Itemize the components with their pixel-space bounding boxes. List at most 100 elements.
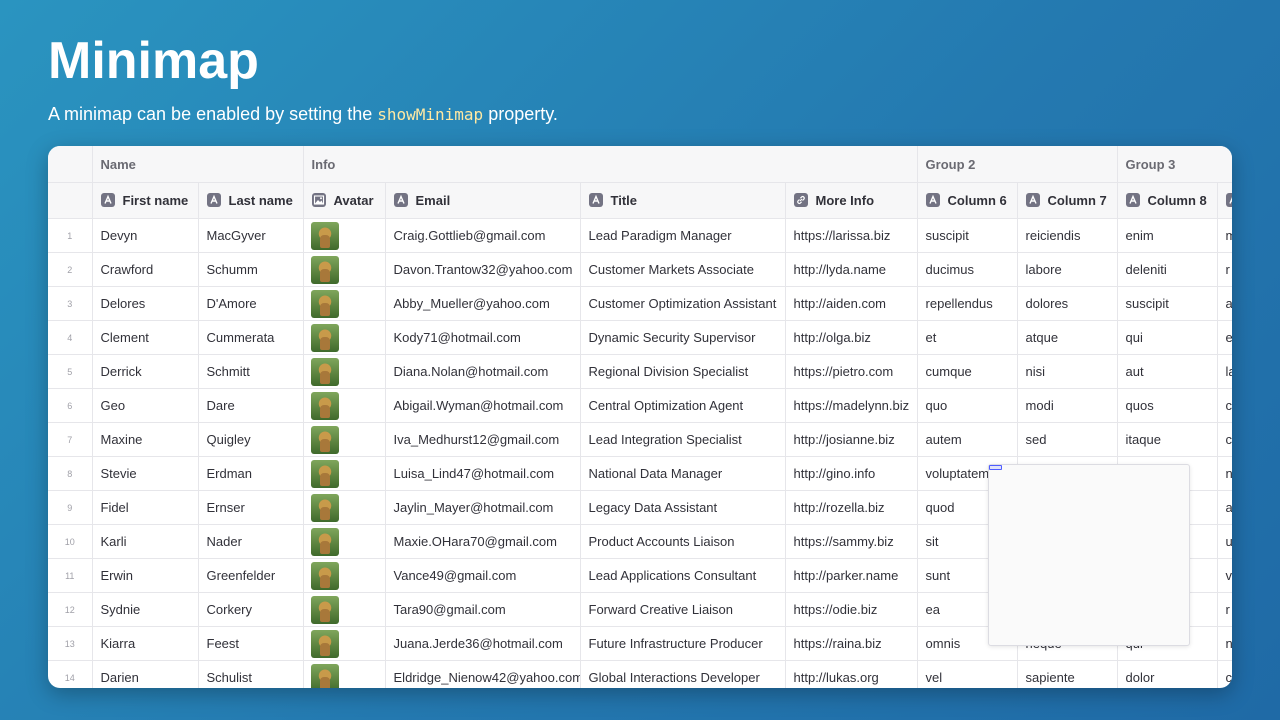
minimap-viewport-indicator[interactable]: [989, 465, 1002, 470]
cell-email[interactable]: Abigail.Wyman@hotmail.com: [385, 388, 581, 423]
cell-column-6[interactable]: ducimus: [917, 252, 1018, 287]
cell-last-name[interactable]: Cummerata: [198, 320, 304, 355]
cell-last-name[interactable]: Schmitt: [198, 354, 304, 389]
cell-first-name[interactable]: Fidel: [92, 490, 199, 525]
cell-column-8[interactable]: dolor: [1117, 660, 1218, 688]
cell-title[interactable]: Future Infrastructure Producer: [580, 626, 786, 661]
cell-title[interactable]: Forward Creative Liaison: [580, 592, 786, 627]
cell-email[interactable]: Maxie.OHara70@gmail.com: [385, 524, 581, 559]
cell-column-7[interactable]: dolores: [1017, 286, 1118, 321]
cell-last-name[interactable]: Schumm: [198, 252, 304, 287]
cell-first-name[interactable]: Derrick: [92, 354, 199, 389]
column-header-column-7[interactable]: Column 7: [1017, 182, 1118, 219]
cell-title[interactable]: Legacy Data Assistant: [580, 490, 786, 525]
cell-column-6[interactable]: vel: [917, 660, 1018, 688]
cell-email[interactable]: Kody71@hotmail.com: [385, 320, 581, 355]
cell-avatar[interactable]: [303, 388, 386, 423]
cell-avatar[interactable]: [303, 524, 386, 559]
cell-email[interactable]: Davon.Trantow32@yahoo.com: [385, 252, 581, 287]
cell-column-8[interactable]: suscipit: [1117, 286, 1218, 321]
column-header-first-name[interactable]: First name: [92, 182, 199, 219]
corner-cell[interactable]: [48, 146, 93, 183]
cell-last-name[interactable]: Erdman: [198, 456, 304, 491]
cell-more-info[interactable]: https://odie.biz: [785, 592, 918, 627]
cell-column-7[interactable]: nisi: [1017, 354, 1118, 389]
row-marker-header[interactable]: [48, 182, 93, 219]
group-header-group-3[interactable]: Group 3: [1117, 146, 1232, 183]
row-number[interactable]: 4: [48, 320, 93, 355]
cell-column-7[interactable]: reiciendis: [1017, 218, 1118, 253]
cell-last-name[interactable]: MacGyver: [198, 218, 304, 253]
cell-column-8[interactable]: itaque: [1117, 422, 1218, 457]
cell-last-name[interactable]: Quigley: [198, 422, 304, 457]
cell-first-name[interactable]: Geo: [92, 388, 199, 423]
cell-more-info[interactable]: http://gino.info: [785, 456, 918, 491]
cell-avatar[interactable]: [303, 592, 386, 627]
row-number[interactable]: 12: [48, 592, 93, 627]
column-header-more-info[interactable]: More Info: [785, 182, 918, 219]
cell-column-9[interactable]: c: [1217, 388, 1232, 423]
table-row[interactable]: 4 Clement Cummerata Kody71@hotmail.com Dynam…: [48, 320, 1232, 355]
cell-column-9[interactable]: la: [1217, 354, 1232, 389]
cell-column-8[interactable]: qui: [1117, 320, 1218, 355]
cell-last-name[interactable]: Feest: [198, 626, 304, 661]
cell-first-name[interactable]: Delores: [92, 286, 199, 321]
cell-more-info[interactable]: http://olga.biz: [785, 320, 918, 355]
cell-title[interactable]: Global Interactions Developer: [580, 660, 786, 688]
cell-column-8[interactable]: quos: [1117, 388, 1218, 423]
cell-more-info[interactable]: http://josianne.biz: [785, 422, 918, 457]
table-row[interactable]: 7 Maxine Quigley Iva_Medhurst12@gmail.com Le…: [48, 422, 1232, 457]
cell-title[interactable]: Regional Division Specialist: [580, 354, 786, 389]
cell-title[interactable]: Customer Optimization Assistant: [580, 286, 786, 321]
cell-title[interactable]: National Data Manager: [580, 456, 786, 491]
cell-column-6[interactable]: repellendus: [917, 286, 1018, 321]
cell-first-name[interactable]: Stevie: [92, 456, 199, 491]
cell-title[interactable]: Dynamic Security Supervisor: [580, 320, 786, 355]
cell-column-9[interactable]: r: [1217, 252, 1232, 287]
cell-more-info[interactable]: https://madelynn.biz: [785, 388, 918, 423]
cell-avatar[interactable]: [303, 218, 386, 253]
cell-column-8[interactable]: aut: [1117, 354, 1218, 389]
table-row[interactable]: 6 Geo Dare Abigail.Wyman@hotmail.com Central…: [48, 388, 1232, 423]
row-number[interactable]: 5: [48, 354, 93, 389]
cell-avatar[interactable]: [303, 252, 386, 287]
cell-column-9[interactable]: e: [1217, 320, 1232, 355]
cell-column-7[interactable]: sed: [1017, 422, 1118, 457]
cell-avatar[interactable]: [303, 286, 386, 321]
cell-first-name[interactable]: Clement: [92, 320, 199, 355]
cell-title[interactable]: Product Accounts Liaison: [580, 524, 786, 559]
row-number[interactable]: 11: [48, 558, 93, 593]
cell-last-name[interactable]: Greenfelder: [198, 558, 304, 593]
cell-column-6[interactable]: autem: [917, 422, 1018, 457]
cell-more-info[interactable]: https://sammy.biz: [785, 524, 918, 559]
cell-more-info[interactable]: http://lyda.name: [785, 252, 918, 287]
cell-email[interactable]: Iva_Medhurst12@gmail.com: [385, 422, 581, 457]
cell-email[interactable]: Tara90@gmail.com: [385, 592, 581, 627]
cell-more-info[interactable]: http://lukas.org: [785, 660, 918, 688]
cell-more-info[interactable]: https://pietro.com: [785, 354, 918, 389]
cell-column-9[interactable]: c: [1217, 422, 1232, 457]
cell-email[interactable]: Juana.Jerde36@hotmail.com: [385, 626, 581, 661]
cell-avatar[interactable]: [303, 422, 386, 457]
cell-last-name[interactable]: Schulist: [198, 660, 304, 688]
cell-column-7[interactable]: atque: [1017, 320, 1118, 355]
cell-more-info[interactable]: http://aiden.com: [785, 286, 918, 321]
cell-title[interactable]: Lead Paradigm Manager: [580, 218, 786, 253]
cell-column-9[interactable]: v: [1217, 558, 1232, 593]
cell-column-7[interactable]: labore: [1017, 252, 1118, 287]
group-header-group-2[interactable]: Group 2: [917, 146, 1118, 183]
cell-column-9[interactable]: a: [1217, 286, 1232, 321]
row-number[interactable]: 9: [48, 490, 93, 525]
cell-avatar[interactable]: [303, 490, 386, 525]
cell-column-6[interactable]: cumque: [917, 354, 1018, 389]
row-number[interactable]: 3: [48, 286, 93, 321]
cell-email[interactable]: Abby_Mueller@yahoo.com: [385, 286, 581, 321]
cell-email[interactable]: Luisa_Lind47@hotmail.com: [385, 456, 581, 491]
cell-avatar[interactable]: [303, 354, 386, 389]
table-row[interactable]: 2 Crawford Schumm Davon.Trantow32@yahoo.com…: [48, 252, 1232, 287]
row-number[interactable]: 2: [48, 252, 93, 287]
cell-last-name[interactable]: Corkery: [198, 592, 304, 627]
cell-column-9[interactable]: u: [1217, 524, 1232, 559]
row-number[interactable]: 1: [48, 218, 93, 253]
row-number[interactable]: 7: [48, 422, 93, 457]
